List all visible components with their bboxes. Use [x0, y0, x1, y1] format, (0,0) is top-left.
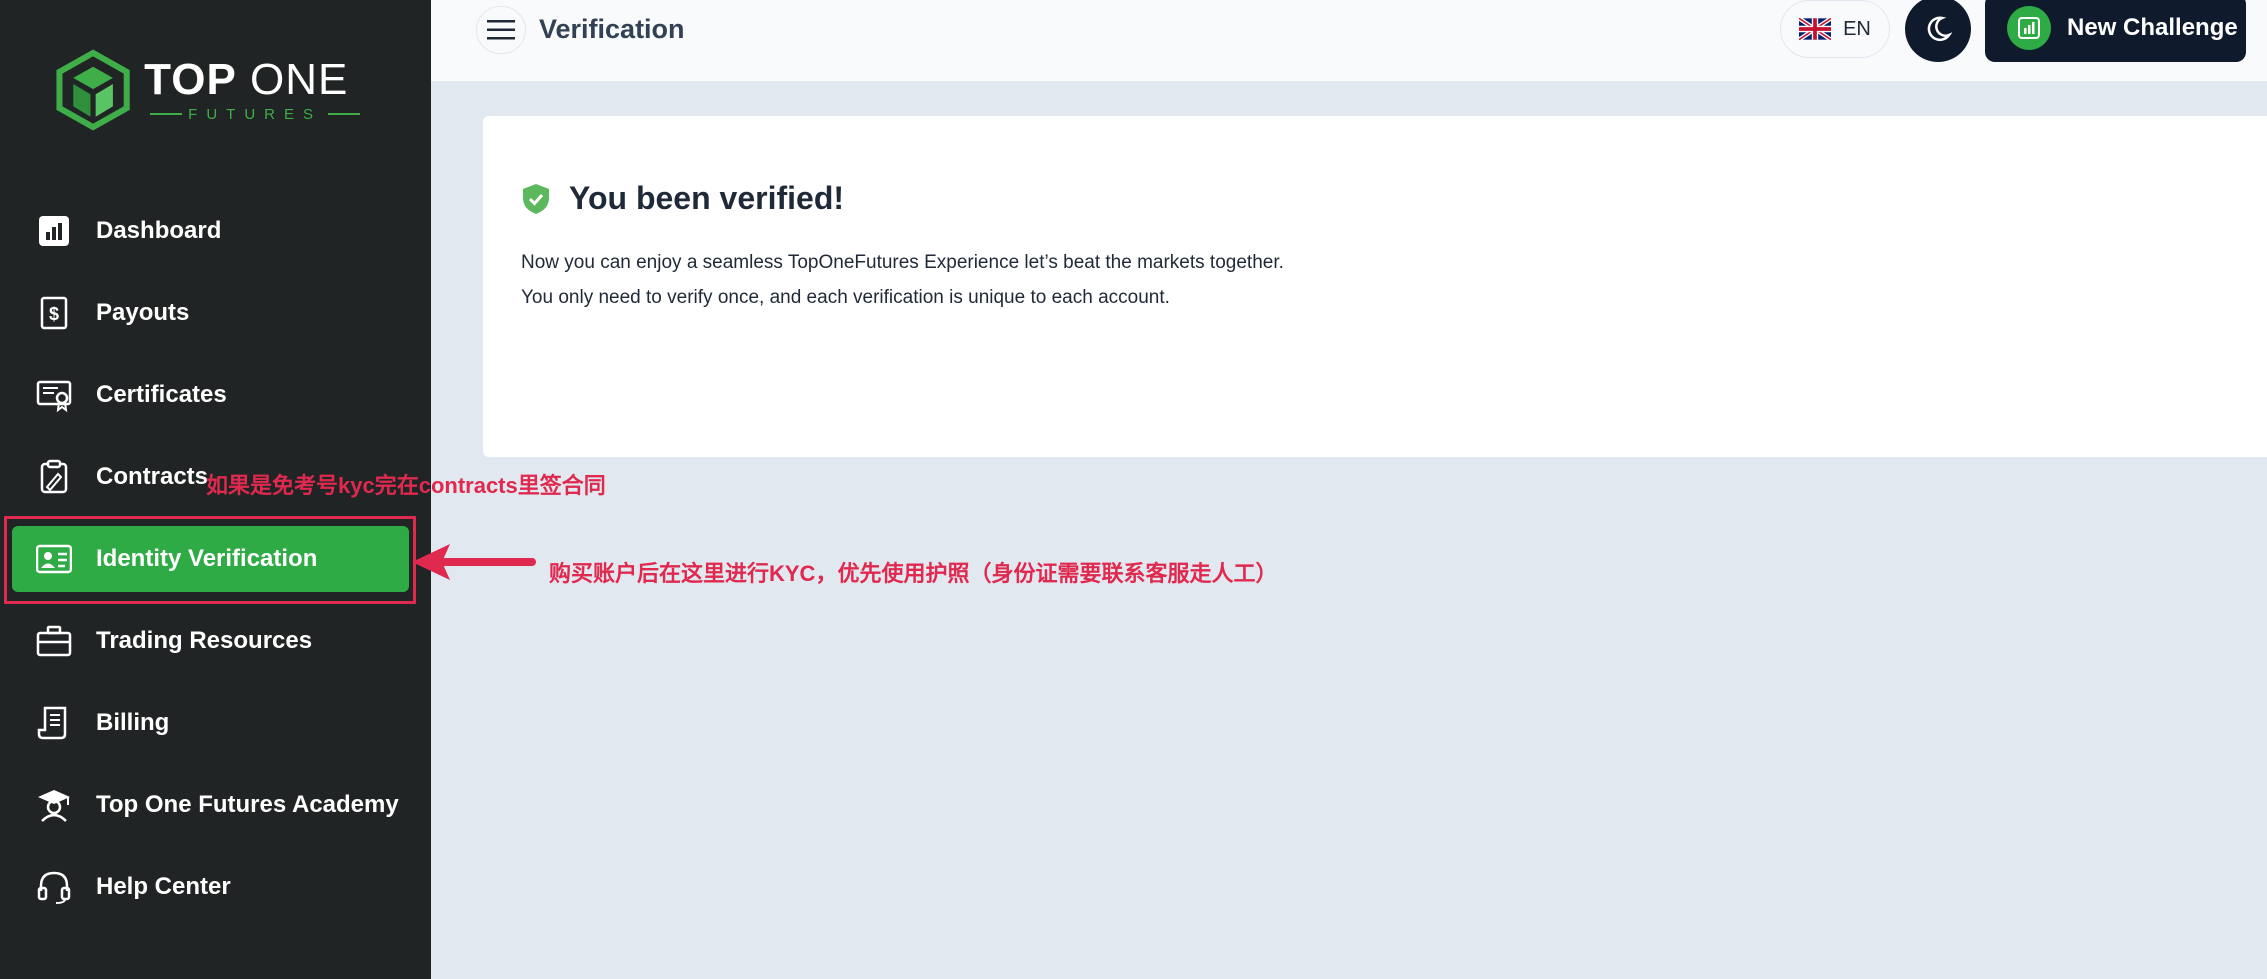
- new-challenge-label: New Challenge: [2067, 14, 2238, 41]
- dashboard-icon: [34, 211, 74, 251]
- contract-icon: [34, 457, 74, 497]
- payout-icon: $: [34, 293, 74, 333]
- certificate-icon: [34, 375, 74, 415]
- sidebar-item-label: Contracts: [96, 463, 209, 490]
- moon-icon: [1927, 16, 1952, 42]
- briefcase-icon: [34, 621, 74, 661]
- new-challenge-button[interactable]: New Challenge: [1985, 0, 2246, 62]
- brand-logo[interactable]: TOP ONE FUTURES: [56, 40, 366, 140]
- sidebar-item-help-center[interactable]: Help Center: [12, 854, 409, 920]
- headset-icon: [34, 867, 74, 907]
- sidebar-item-label: Trading Resources: [96, 627, 313, 654]
- svg-text:$: $: [49, 304, 59, 324]
- annotation-contracts-note: 如果是免考号kyc完在contracts里签合同: [206, 473, 606, 498]
- language-label: EN: [1843, 17, 1871, 40]
- graduation-icon: [34, 785, 74, 825]
- top-header: Verification EN New Challenge: [431, 0, 2267, 82]
- sidebar-item-label: Top One Futures Academy: [96, 791, 399, 818]
- brand-top: TOP: [144, 54, 237, 104]
- sidebar-item-billing[interactable]: Billing: [12, 690, 409, 756]
- sidebar-item-label: Dashboard: [96, 217, 222, 244]
- verification-message-line1: Now you can enjoy a seamless TopOneFutur…: [521, 252, 1284, 273]
- brand-one: ONE: [250, 54, 349, 104]
- sidebar-item-label: Payouts: [96, 299, 190, 326]
- verified-shield-icon: [523, 183, 549, 214]
- brand-sub: FUTURES: [188, 105, 322, 123]
- annotation-kyc-note: 购买账户后在这里进行KYC，优先使用护照（身份证需要联系客服走人工）: [549, 561, 1278, 586]
- sidebar-item-certificates[interactable]: Certificates: [12, 362, 409, 428]
- menu-toggle-button[interactable]: [476, 6, 526, 54]
- sidebar-item-academy[interactable]: Top One Futures Academy: [12, 772, 409, 838]
- sidebar-item-label: Certificates: [96, 381, 227, 408]
- receipt-icon: [34, 703, 74, 743]
- sidebar-item-dashboard[interactable]: Dashboard: [12, 198, 409, 264]
- hamburger-icon: [487, 20, 515, 40]
- annotation-highlight-frame: [4, 516, 416, 604]
- sidebar-item-label: Help Center: [96, 873, 231, 900]
- annotation-arrow-icon: [412, 544, 536, 580]
- chart-icon: [2007, 6, 2051, 50]
- sidebar-item-trading-resources[interactable]: Trading Resources: [12, 608, 409, 674]
- verification-title: You been verified!: [521, 180, 844, 217]
- uk-flag-icon: [1799, 18, 1832, 40]
- verification-card: You been verified! Now you can enjoy a s…: [483, 116, 2267, 457]
- sidebar-item-payouts[interactable]: $ Payouts: [12, 280, 409, 346]
- brand-wordmark: TOP ONE FUTURES: [144, 54, 366, 123]
- logo-mark-icon: [56, 49, 130, 131]
- verification-title-text: You been verified!: [569, 180, 845, 216]
- theme-toggle-button[interactable]: [1905, 0, 1971, 62]
- language-selector[interactable]: EN: [1780, 0, 1890, 58]
- page-title: Verification: [539, 14, 685, 44]
- verification-message-line2: You only need to verify once, and each v…: [521, 287, 1170, 308]
- sidebar-item-label: Billing: [96, 709, 170, 736]
